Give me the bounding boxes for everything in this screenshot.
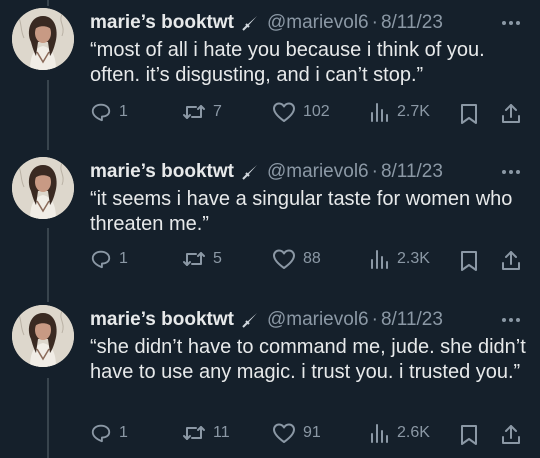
tweet-text: “most of all i hate you because i think … — [90, 39, 485, 86]
bookmark-icon — [460, 103, 478, 125]
retweet-button[interactable]: 5 — [182, 246, 222, 272]
views-button[interactable]: 2.7K — [368, 99, 430, 125]
tweet-text: “it seems i have a singular taste for wo… — [90, 188, 513, 235]
retweet-icon — [182, 422, 206, 444]
views-icon — [368, 248, 390, 270]
reply-icon — [90, 248, 112, 270]
more-icon[interactable] — [498, 11, 524, 35]
views-icon — [368, 101, 390, 123]
views-count: 2.6K — [397, 424, 430, 441]
avatar[interactable] — [12, 8, 74, 70]
dagger-icon — [241, 163, 259, 181]
separator-dot: · — [371, 309, 378, 330]
bookmark-icon — [460, 250, 478, 272]
retweet-icon — [182, 248, 206, 270]
views-button[interactable]: 2.6K — [368, 420, 430, 446]
thread-line — [47, 228, 49, 302]
author-handle[interactable]: @marievol6 — [267, 161, 369, 183]
retweet-count: 7 — [213, 103, 222, 120]
heart-icon — [272, 422, 296, 444]
heart-icon — [272, 248, 296, 270]
share-button[interactable] — [500, 247, 522, 273]
action-bar: 1 7 102 2.7K — [90, 99, 530, 125]
share-icon — [500, 423, 522, 445]
views-button[interactable]: 2.3K — [368, 246, 430, 272]
share-button[interactable] — [500, 421, 522, 447]
tweet-header: marie’s booktwt @marievol6 · 8/11/23 — [90, 8, 443, 38]
reply-button[interactable]: 1 — [90, 420, 128, 446]
reply-button[interactable]: 1 — [90, 246, 128, 272]
bookmark-button[interactable] — [460, 248, 478, 274]
like-button[interactable]: 88 — [272, 246, 321, 272]
like-button[interactable]: 91 — [272, 420, 321, 446]
tweet-header: marie’s booktwt @marievol6 · 8/11/23 — [90, 305, 443, 335]
views-count: 2.3K — [397, 250, 430, 267]
reply-count: 1 — [119, 424, 128, 441]
tweet-text: “she didn’t have to command me, jude. sh… — [90, 336, 526, 383]
more-icon[interactable] — [498, 308, 524, 332]
like-count: 91 — [303, 424, 321, 441]
thread-line — [47, 0, 49, 6]
avatar[interactable] — [12, 157, 74, 219]
dagger-icon — [241, 14, 259, 32]
share-icon — [500, 249, 522, 271]
retweet-count: 5 — [213, 250, 222, 267]
like-count: 102 — [303, 103, 330, 120]
reply-count: 1 — [119, 103, 128, 120]
like-button[interactable]: 102 — [272, 99, 330, 125]
more-icon[interactable] — [498, 160, 524, 184]
reply-button[interactable]: 1 — [90, 99, 128, 125]
action-bar: 1 5 88 2.3K — [90, 246, 530, 272]
avatar[interactable] — [12, 305, 74, 367]
action-bar: 1 11 91 2.6K — [90, 420, 530, 446]
heart-icon — [272, 101, 296, 123]
like-count: 88 — [303, 250, 321, 267]
bookmark-icon — [460, 424, 478, 446]
tweet-date[interactable]: 8/11/23 — [381, 309, 443, 331]
author-handle[interactable]: @marievol6 — [267, 309, 369, 331]
thread-line — [47, 378, 49, 458]
retweet-button[interactable]: 7 — [182, 99, 222, 125]
author-name[interactable]: marie’s booktwt — [90, 309, 234, 331]
reply-count: 1 — [119, 250, 128, 267]
share-icon — [500, 102, 522, 124]
tweet-header: marie’s booktwt @marievol6 · 8/11/23 — [90, 157, 443, 187]
tweet-date[interactable]: 8/11/23 — [381, 161, 443, 183]
dagger-icon — [241, 311, 259, 329]
author-name[interactable]: marie’s booktwt — [90, 12, 234, 34]
share-button[interactable] — [500, 100, 522, 126]
retweet-button[interactable]: 11 — [182, 420, 230, 446]
author-handle[interactable]: @marievol6 — [267, 12, 369, 34]
views-count: 2.7K — [397, 103, 430, 120]
separator-dot: · — [371, 12, 378, 33]
bookmark-button[interactable] — [460, 101, 478, 127]
thread-line — [47, 80, 49, 150]
author-name[interactable]: marie’s booktwt — [90, 161, 234, 183]
retweet-count: 11 — [213, 424, 230, 441]
reply-icon — [90, 422, 112, 444]
retweet-icon — [182, 101, 206, 123]
bookmark-button[interactable] — [460, 422, 478, 448]
separator-dot: · — [371, 161, 378, 182]
reply-icon — [90, 101, 112, 123]
views-icon — [368, 422, 390, 444]
tweet-date[interactable]: 8/11/23 — [381, 12, 443, 34]
